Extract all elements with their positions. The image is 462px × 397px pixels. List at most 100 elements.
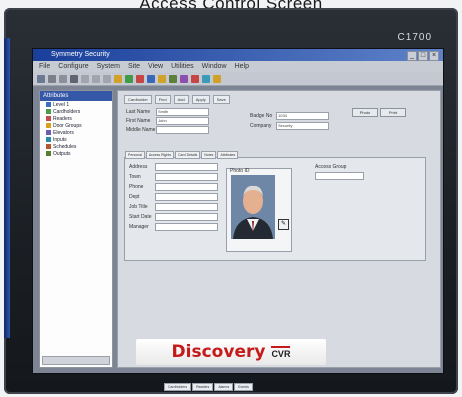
menu-help[interactable]: Help	[235, 63, 249, 70]
tree-item-outputs[interactable]: Outputs	[40, 150, 112, 157]
brand-logo: Discovery CVR	[136, 339, 326, 365]
monitor-bezel: C1700 Symmetry Security _ □ × File Confi…	[4, 8, 458, 394]
menu-utilities[interactable]: Utilities	[171, 63, 194, 70]
badge-field[interactable]: 1034	[276, 112, 329, 120]
tab-notes[interactable]: Notes	[201, 151, 217, 159]
town-field[interactable]	[155, 173, 218, 181]
window-titlebar: Symmetry Security _ □ ×	[33, 49, 443, 61]
add-button[interactable]: Add	[173, 95, 189, 104]
tree-item-label: Elevators	[53, 129, 74, 136]
tab-readers[interactable]: Readers	[192, 383, 214, 391]
monitor-edge	[4, 38, 10, 338]
folder-icon[interactable]	[114, 74, 122, 83]
job-title-field[interactable]	[155, 203, 218, 211]
stop-icon[interactable]	[191, 74, 199, 83]
start-date-label: Start Date	[129, 214, 152, 220]
phone-label: Phone	[129, 184, 144, 190]
tree-item-elevators[interactable]: Elevators	[40, 129, 112, 136]
middle-name-field[interactable]	[156, 126, 209, 134]
tree-item-label: Inputs	[53, 136, 67, 143]
tab-cardholders[interactable]: Cardholders	[164, 383, 192, 391]
copy-icon[interactable]	[92, 74, 100, 83]
input-icon	[46, 137, 51, 142]
first-name-field[interactable]: John	[156, 117, 209, 125]
cut-icon[interactable]	[81, 74, 89, 83]
cardholder-tab[interactable]: Cardholder	[124, 95, 152, 104]
photo-frame: Photo ID ✎	[226, 168, 292, 252]
report-icon[interactable]	[180, 74, 188, 83]
maximize-button[interactable]: □	[418, 51, 428, 61]
tree-item-label: Cardholders	[53, 108, 81, 115]
tab-card-details[interactable]: Card Details	[175, 151, 201, 159]
middle-name-label: Middle Name	[126, 127, 156, 133]
user-icon[interactable]	[147, 74, 155, 83]
find-button[interactable]: Find	[154, 95, 171, 104]
manager-field[interactable]	[155, 223, 218, 231]
manager-label: Manager	[129, 224, 149, 230]
photo-button[interactable]: Photo	[352, 108, 378, 117]
tree-item-label: Readers	[53, 115, 72, 122]
alarm-icon[interactable]	[136, 74, 144, 83]
tree-item-label: Outputs	[53, 150, 71, 157]
company-field[interactable]: Security	[276, 122, 329, 130]
tab-access-rights[interactable]: Access Rights	[145, 151, 175, 159]
menu-window[interactable]: Window	[202, 63, 227, 70]
address-label: Address	[129, 164, 148, 170]
dept-label: Dept	[129, 194, 140, 200]
app-window: Symmetry Security _ □ × File Configure S…	[32, 48, 444, 391]
tree-item-cardholders[interactable]: Cardholders	[40, 108, 112, 115]
capture-photo-icon[interactable]: ✎	[278, 219, 289, 230]
open-icon[interactable]	[48, 74, 56, 83]
detail-tabs: Personal Access Rights Card Details Note…	[125, 151, 239, 159]
save-button[interactable]: Save	[212, 95, 230, 104]
job-title-label: Job Title	[129, 204, 148, 210]
close-button[interactable]: ×	[429, 51, 439, 61]
elevator-icon	[46, 130, 51, 135]
toolbar	[33, 72, 443, 86]
form-toolbar: Cardholder Find Add Apply Save	[124, 95, 230, 104]
tab-attributes[interactable]: Attributes	[217, 151, 239, 159]
refresh-icon[interactable]	[202, 74, 210, 83]
print-icon[interactable]	[70, 74, 78, 83]
camera-icon[interactable]	[169, 74, 177, 83]
company-label: Company	[250, 123, 272, 129]
menu-view[interactable]: View	[148, 63, 163, 70]
tree-item-readers[interactable]: Readers	[40, 115, 112, 122]
new-icon[interactable]	[37, 74, 45, 83]
tree-item-level-1[interactable]: Level 1	[40, 101, 112, 108]
apply-button[interactable]: Apply	[191, 95, 210, 104]
tree-panel: Attributes Level 1 Cardholders Readers D…	[39, 90, 113, 368]
paste-icon[interactable]	[103, 74, 111, 83]
key-icon[interactable]	[158, 74, 166, 83]
menu-bar: File Configure System Site View Utilitie…	[33, 61, 443, 72]
menu-site[interactable]: Site	[128, 63, 140, 70]
last-name-field[interactable]: Smith	[156, 108, 209, 116]
address-field[interactable]	[155, 163, 218, 171]
menu-configure[interactable]: Configure	[58, 63, 88, 70]
output-icon	[46, 151, 51, 156]
tree-item-inputs[interactable]: Inputs	[40, 136, 112, 143]
tree-item-label: Door Groups	[53, 122, 82, 129]
dept-field[interactable]	[155, 193, 218, 201]
bottom-tabs: Cardholders Readers Alarms Events	[164, 383, 253, 391]
phone-field[interactable]	[155, 183, 218, 191]
tree-item-door-groups[interactable]: Door Groups	[40, 122, 112, 129]
cardholder-icon	[46, 109, 51, 114]
tab-alarms[interactable]: Alarms	[214, 383, 234, 391]
start-date-field[interactable]	[155, 213, 218, 221]
menu-file[interactable]: File	[39, 63, 50, 70]
print-button[interactable]: Print	[380, 108, 406, 117]
access-group-select[interactable]	[315, 172, 364, 180]
tab-personal[interactable]: Personal	[125, 151, 145, 159]
tree-horizontal-scrollbar[interactable]	[42, 356, 110, 365]
brand-tag: CVR	[271, 345, 291, 359]
badge-label: Badge No	[250, 113, 273, 119]
save-icon[interactable]	[59, 74, 67, 83]
tree-item-schedules[interactable]: Schedules	[40, 143, 112, 150]
minimize-button[interactable]: _	[407, 51, 417, 61]
door-icon[interactable]	[125, 74, 133, 83]
tab-events[interactable]: Events	[234, 383, 253, 391]
access-group-label: Access Group	[315, 164, 347, 170]
menu-system[interactable]: System	[97, 63, 120, 70]
schedule-icon[interactable]	[213, 74, 221, 83]
